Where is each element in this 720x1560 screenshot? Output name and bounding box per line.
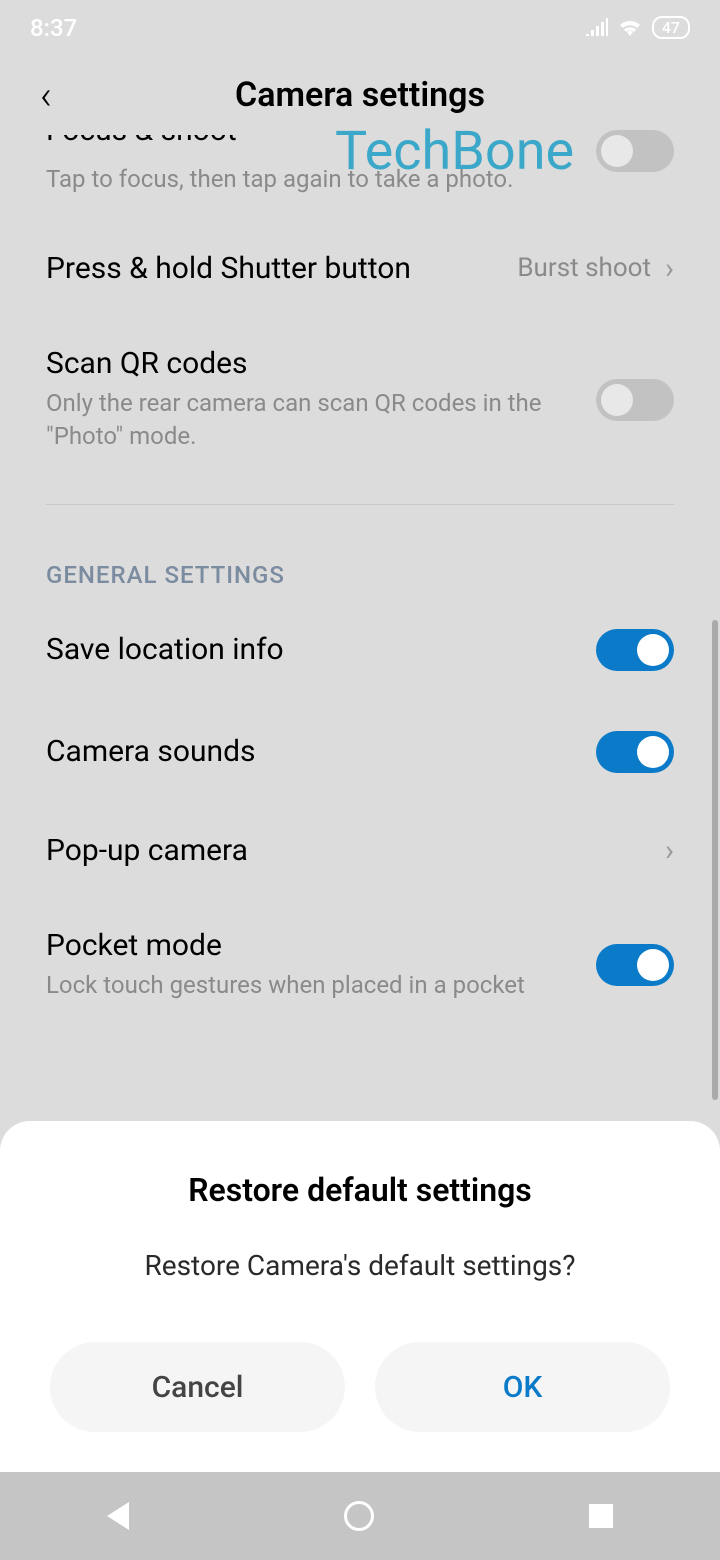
setting-title: Scan QR codes	[46, 346, 576, 381]
setting-title: Pocket mode	[46, 928, 576, 963]
watermark-text: TechBone	[335, 120, 574, 183]
dialog-message: Restore Camera's default settings?	[50, 1249, 670, 1282]
setting-camera-sounds[interactable]: Camera sounds	[46, 701, 674, 803]
settings-list[interactable]: Focus & shoot Tap to focus, then tap aga…	[0, 135, 720, 484]
nav-home-icon[interactable]	[344, 1501, 374, 1531]
nav-recent-icon[interactable]	[589, 1504, 613, 1528]
wifi-icon	[618, 14, 642, 42]
status-icons: 47	[586, 14, 690, 42]
navigation-bar	[0, 1472, 720, 1560]
battery-icon: 47	[652, 16, 690, 39]
chevron-right-icon: ›	[665, 251, 674, 286]
setting-subtitle: Only the rear camera can scan QR codes i…	[46, 387, 576, 454]
setting-save-location[interactable]: Save location info	[46, 599, 674, 701]
chevron-right-icon: ›	[665, 833, 674, 868]
dialog-buttons: Cancel OK	[50, 1342, 670, 1432]
setting-subtitle: Lock touch gestures when placed in a poc…	[46, 969, 576, 1003]
restore-dialog: Restore default settings Restore Camera'…	[0, 1121, 720, 1472]
section-header-general: GENERAL SETTINGS	[0, 505, 720, 599]
nav-back-icon[interactable]	[107, 1502, 129, 1530]
setting-title: Pop-up camera	[46, 833, 248, 868]
setting-title: Camera sounds	[46, 734, 256, 769]
setting-press-hold[interactable]: Press & hold Shutter button Burst shoot …	[46, 221, 674, 316]
scan-qr-toggle[interactable]	[596, 379, 674, 421]
setting-title: Press & hold Shutter button	[46, 251, 411, 286]
page-title: Camera settings	[235, 75, 485, 115]
back-button[interactable]: ‹	[40, 72, 52, 119]
setting-scan-qr[interactable]: Scan QR codes Only the rear camera can s…	[46, 316, 674, 484]
cancel-button[interactable]: Cancel	[50, 1342, 345, 1432]
camera-sounds-toggle[interactable]	[596, 731, 674, 773]
setting-pocket-mode[interactable]: Pocket mode Lock touch gestures when pla…	[46, 898, 674, 1033]
focus-shoot-toggle[interactable]	[596, 130, 674, 172]
scrollbar[interactable]	[712, 620, 718, 1100]
general-settings-list[interactable]: Save location info Camera sounds Pop-up …	[0, 599, 720, 1033]
dialog-title: Restore default settings	[50, 1171, 670, 1209]
setting-value: Burst shoot ›	[517, 251, 674, 286]
save-location-toggle[interactable]	[596, 629, 674, 671]
setting-title: Save location info	[46, 632, 284, 667]
settings-screen: 8:37 47 ‹ Camera settings TechBone Focus…	[0, 0, 720, 1560]
signal-icon	[586, 14, 608, 42]
pocket-mode-toggle[interactable]	[596, 944, 674, 986]
status-time: 8:37	[30, 14, 77, 42]
ok-button[interactable]: OK	[375, 1342, 670, 1432]
status-bar: 8:37 47	[0, 0, 720, 55]
setting-popup-camera[interactable]: Pop-up camera ›	[46, 803, 674, 898]
